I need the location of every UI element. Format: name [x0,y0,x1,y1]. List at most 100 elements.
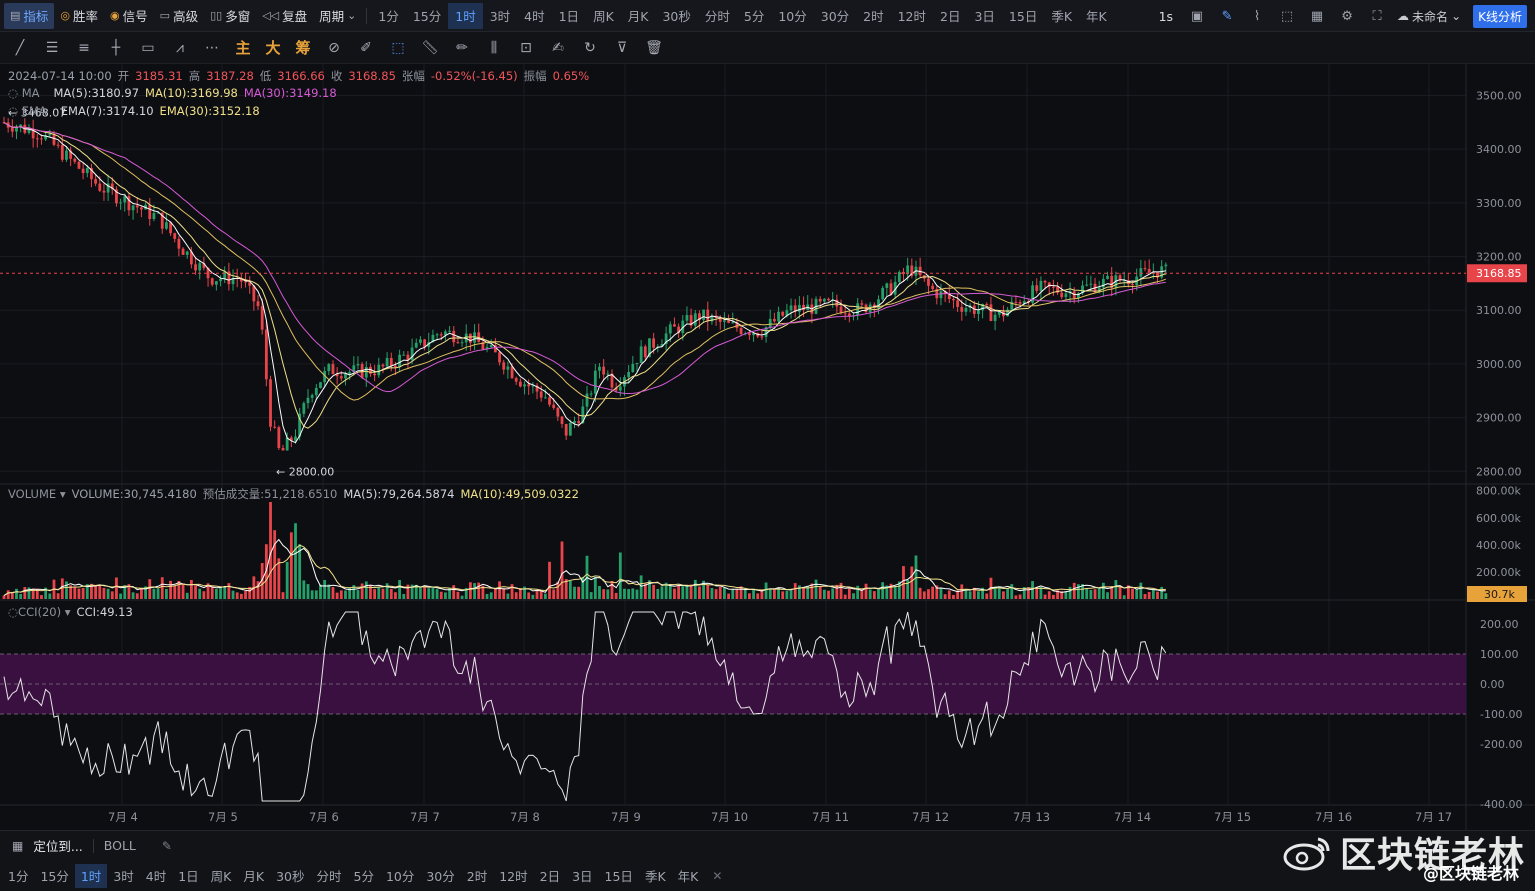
period-tab-4[interactable]: 4时 [140,864,172,888]
period-tab-10[interactable]: 5分 [737,3,771,29]
volume-bar [639,575,643,599]
rectangle-tool-icon[interactable]: ▭ [132,34,164,62]
multiwindow-button[interactable]: ▯▯ 多窗 [204,3,256,29]
period-tab-9[interactable]: 分时 [310,864,347,888]
volume-bar [531,594,535,599]
layout-icon[interactable]: ▦ [1303,3,1331,29]
channel-tool-icon[interactable]: ☰ [36,34,68,62]
edit-icon[interactable]: ✎ [162,839,172,853]
more-tools-icon[interactable]: ⋯ [196,34,228,62]
period-tab-4[interactable]: 4时 [517,3,551,29]
cci-legend-label[interactable]: ◌CCI(20) ▾ [8,605,71,619]
winrate-button[interactable]: ◎ 胜率 [54,3,104,29]
pen-icon[interactable]: ✎ [1213,3,1241,29]
period-tab-11[interactable]: 10分 [771,3,813,29]
period-tab-8[interactable]: 30秒 [270,864,310,888]
period-tab-11[interactable]: 10分 [380,864,420,888]
indicator-bars-icon[interactable]: ⫼ [478,34,510,62]
period-tab-13[interactable]: 2时 [856,3,890,29]
period-tab-2[interactable]: 1时 [448,2,483,29]
lock-icon[interactable]: ⊡ [510,34,542,62]
cross-line-tool-icon[interactable]: ┼ [100,34,132,62]
volume-bar [148,579,152,599]
period-tab-9[interactable]: 分时 [698,3,737,29]
period-tab-13[interactable]: 2时 [461,864,493,888]
replay-button[interactable]: ◁◁ 复盘 [256,3,313,29]
candle-body [252,285,256,302]
period-tab-6[interactable]: 周K [205,864,238,888]
indicator-button[interactable]: ▤ 指标 [4,2,55,29]
kline-analysis-button[interactable]: K线分析 [1473,4,1527,28]
camera-icon[interactable]: ▣ [1183,3,1211,29]
export-icon[interactable]: ⬚ [1273,3,1301,29]
magnet-icon[interactable]: ⊘ [318,34,350,62]
period-tab-7[interactable]: 月K [237,864,270,888]
period-tab-15[interactable]: 2日 [534,864,566,888]
signal-button[interactable]: ◉ 信号 [104,3,154,29]
period-tab-0[interactable]: 1分 [371,3,405,29]
period-tab-15[interactable]: 2日 [933,3,967,29]
trash-icon[interactable]: 🗑︎ [638,34,670,62]
period-tab-0[interactable]: 1分 [2,864,34,888]
period-tab-19[interactable]: 年K [672,864,705,888]
period-dropdown[interactable]: 周期 ⌄ [313,3,362,29]
volume-bar [223,586,227,599]
period-tab-19[interactable]: 年K [1079,3,1114,29]
trendline-tool-icon[interactable]: ╱ [4,34,36,62]
close-icon[interactable]: ✕ [712,869,722,883]
period-tab-5[interactable]: 1日 [172,864,204,888]
period-tab-16[interactable]: 3日 [566,864,598,888]
fullscreen-icon[interactable]: ⛶ [1363,3,1391,29]
volume-legend-label[interactable]: VOLUME ▾ [8,487,66,501]
period-tab-10[interactable]: 5分 [348,864,380,888]
ma-legend-label[interactable]: ◌ MA [8,86,40,100]
period-tab-16[interactable]: 3日 [967,3,1001,29]
boll-indicator-button[interactable]: BOLL [104,838,136,853]
ema-legend-label[interactable]: ◌ EMA [8,104,47,118]
chip-distribution-button[interactable]: 筹 [288,34,318,62]
period-tab-6[interactable]: 周K [586,3,621,29]
ruler-icon[interactable]: 📏︎ [414,34,446,62]
period-tab-14[interactable]: 12时 [891,3,933,29]
period-tab-14[interactable]: 12时 [493,864,533,888]
period-tab-1[interactable]: 15分 [406,3,448,29]
period-tab-18[interactable]: 季K [639,864,672,888]
candlestick-chart[interactable]: 3500.00 3400.00 3300.00 3200.00 3100.00 3000.… [0,64,1535,830]
locate-button[interactable]: 定位到... [33,836,82,855]
period-tab-7[interactable]: 月K [621,3,656,29]
filter-icon[interactable]: ⊽ [606,34,638,62]
volume-bar [902,566,905,599]
speed-label[interactable]: 1s [1151,9,1181,24]
period-tab-17[interactable]: 15日 [599,864,639,888]
period-tab-1[interactable]: 15分 [34,864,74,888]
candle-body [469,333,472,343]
period-tab-12[interactable]: 30分 [814,3,856,29]
settings-gear-icon[interactable]: ⚙ [1333,3,1361,29]
big-chip-button[interactable]: 大 [258,34,288,62]
candle-body [548,397,551,405]
chart-area[interactable]: 3500.00 3400.00 3300.00 3200.00 3100.00 3000.… [0,64,1535,830]
note-icon[interactable]: ✍ [542,34,574,62]
volume-bar [739,586,743,599]
period-tab-5[interactable]: 1日 [552,3,586,29]
price-axis-label: 3400.00 [1476,143,1522,156]
period-tab-18[interactable]: 季K [1044,3,1079,29]
period-tab-17[interactable]: 15日 [1002,3,1044,29]
period-tab-8[interactable]: 30秒 [655,3,697,29]
period-tab-3[interactable]: 3时 [483,3,517,29]
horizontal-lines-tool-icon[interactable]: ≡ [68,34,100,62]
cloud-layout-dropdown[interactable]: ☁ 未命名 ⌄ [1393,8,1465,25]
select-tool-icon[interactable]: ⬚ [382,34,414,62]
brush-icon[interactable]: ✏ [446,34,478,62]
eraser-pen-icon[interactable]: ✐ [350,34,382,62]
period-tab-2[interactable]: 1时 [74,863,108,888]
candle-body [964,307,968,312]
advanced-button[interactable]: ▭ 高级 [154,3,204,29]
period-tab-12[interactable]: 30分 [420,864,460,888]
main-chip-button[interactable]: 主 [228,34,258,62]
chart-analysis-icon[interactable]: ⌇ [1243,3,1271,29]
calendar-icon[interactable]: ▦ [12,839,23,853]
sync-icon[interactable]: ↻ [574,34,606,62]
period-tab-3[interactable]: 3时 [107,864,139,888]
wave-tool-icon[interactable]: ⩘ [164,34,196,62]
